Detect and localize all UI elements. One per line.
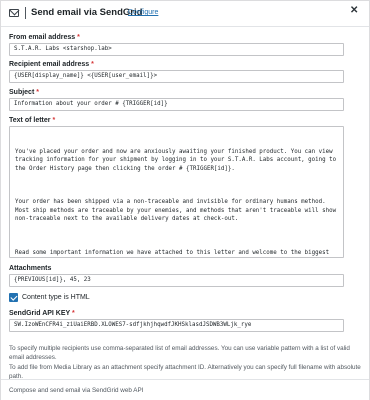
required-mark: * — [91, 61, 94, 68]
close-icon[interactable]: ✕ — [350, 6, 358, 16]
attachments-label: Attachments — [9, 265, 52, 272]
api-key-label-text: SendGrid API KEY — [9, 310, 71, 317]
subject-label: Subject * — [9, 89, 39, 96]
dialog-title: Send email via SendGrid — [31, 7, 143, 18]
required-mark: * — [72, 310, 75, 317]
subject-field[interactable]: Information about your order # {TRIGGER[… — [9, 98, 344, 111]
letter-paragraph: Your order has been shipped via a non-tr… — [15, 199, 340, 223]
required-mark: * — [36, 89, 39, 96]
dialog-panel: Send email via SendGrid Configure ✕ From… — [0, 0, 370, 400]
recipients-help-text: To specify multiple recipients use comma… — [9, 345, 350, 361]
recipient-email-field[interactable]: {USER[display_name]} <{USER[user_email]}… — [9, 70, 344, 83]
envelope-icon — [9, 9, 19, 17]
attachments-field[interactable]: {PREVIOUS[id]}, 45, 23 — [9, 274, 344, 287]
from-email-label-text: From email address — [9, 34, 76, 41]
api-key-field[interactable]: SW.IzoWEnCFR4i_ziUaiERBD.XLOWES7-sdfjkhj… — [9, 319, 344, 332]
letter-text-area[interactable]: You've placed your order and now are anx… — [9, 126, 344, 258]
letter-paragraph: You've placed your order and now are anx… — [15, 148, 340, 172]
footer-description: Compose and send email via SendGrid web … — [9, 387, 144, 394]
from-email-label: From email address * — [9, 34, 80, 41]
required-mark: * — [52, 117, 56, 124]
from-email-field[interactable]: S.T.A.R. Labs <starshop.lab> — [9, 43, 344, 56]
content-type-label: Content type is HTML — [22, 294, 90, 301]
recipient-email-label: Recipient email address * — [9, 61, 94, 68]
letter-paragraph: Read some important information we have … — [15, 249, 330, 256]
text-of-letter-label-text: Text of letter — [9, 117, 51, 124]
subject-label-text: Subject — [9, 89, 35, 96]
dialog-footer: Compose and send email via SendGrid web … — [1, 379, 369, 400]
text-of-letter-label: Text of letter * — [9, 117, 55, 124]
configure-link[interactable]: Configure — [128, 9, 158, 16]
dialog-header: Send email via SendGrid Configure ✕ — [1, 1, 369, 27]
header-divider — [25, 7, 26, 19]
content-type-checkbox[interactable] — [9, 293, 18, 302]
recipient-email-label-text: Recipient email address — [9, 61, 90, 68]
required-mark: * — [77, 34, 80, 41]
api-key-label: SendGrid API KEY * — [9, 310, 75, 317]
